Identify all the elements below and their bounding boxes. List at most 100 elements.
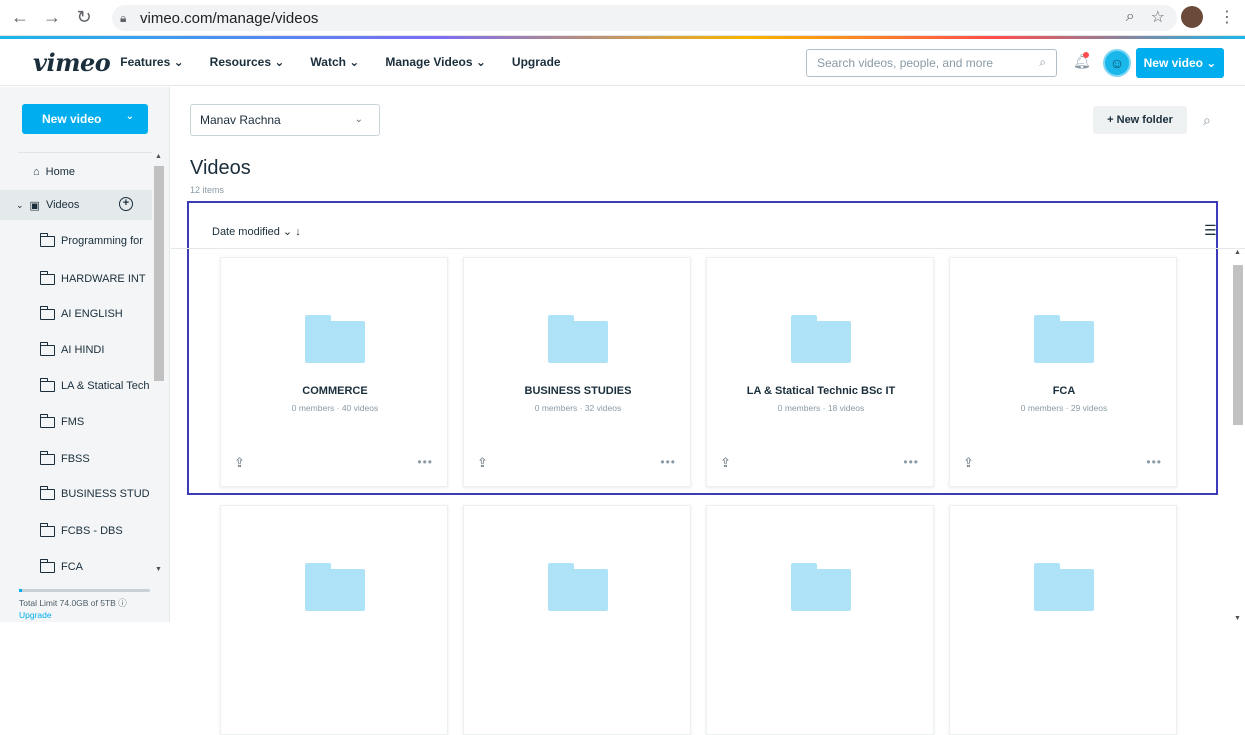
folder-icon [39, 522, 55, 537]
sidebar-folder[interactable]: FMS [0, 407, 152, 437]
scroll-up-icon[interactable]: ▲ [155, 153, 162, 160]
browser-toolbar: ← → ↻ 🔒︎ vimeo.com/manage/videos ⌕ ☆ ⋮ [0, 0, 1245, 36]
folder-card[interactable]: FCA 0 members · 29 videos ⇪ ••• [949, 257, 1177, 487]
sidebar-folder[interactable]: HARDWARE INT [0, 264, 152, 294]
new-video-label: New video [42, 112, 102, 126]
sort-dropdown[interactable]: Date modified ⌄ ↓ [212, 225, 301, 238]
folder-card[interactable] [220, 505, 448, 735]
reload-icon[interactable]: ↻ [72, 7, 96, 28]
chevron-down-icon: ⌄ [354, 114, 363, 125]
add-folder-icon[interactable]: + [119, 197, 133, 211]
list-view-icon[interactable]: ☰ [1204, 222, 1217, 239]
scrollbar-thumb[interactable] [154, 166, 164, 381]
scroll-up-icon[interactable]: ▲ [1234, 249, 1241, 256]
folder-icon [1034, 315, 1094, 363]
chevron-down-icon[interactable]: ⌄ [16, 200, 24, 211]
storage-bar-fill [19, 589, 22, 592]
more-options-icon[interactable]: ••• [417, 455, 433, 469]
storage-total: Total Limit 74.0GB of 5TB ⓘ [19, 598, 127, 608]
search-icon[interactable]: ⌕ [1039, 55, 1046, 70]
team-select[interactable]: Manav Rachna ⌄ [190, 104, 380, 136]
team-select-value: Manav Rachna [200, 113, 281, 127]
sidebar-item-videos[interactable]: ⌄ ▣ Videos + [0, 190, 152, 220]
back-icon[interactable]: ← [8, 7, 32, 28]
sidebar-item-home[interactable]: ⌂ Home [0, 157, 152, 187]
sidebar-divider [18, 152, 152, 153]
folder-icon [791, 315, 851, 363]
scrollbar-thumb[interactable] [1233, 265, 1243, 425]
share-icon[interactable]: ⇪ [720, 455, 731, 471]
folder-card-title: LA & Statical Technic BSc IT [746, 385, 896, 397]
folder-card[interactable]: BUSINESS STUDIES 0 members · 32 videos ⇪… [463, 257, 691, 487]
scroll-down-icon[interactable]: ▼ [155, 566, 162, 573]
sidebar-folder[interactable]: FCA [0, 552, 152, 582]
sidebar-folder[interactable]: FCBS - DBS [0, 516, 152, 546]
zoom-icon[interactable]: ⌕ [1126, 8, 1135, 26]
folder-icon [39, 232, 55, 247]
main-menu: Features ⌄ Resources ⌄ Watch ⌄ Manage Vi… [120, 55, 586, 69]
main-content: Manav Rachna ⌄ + New folder ⌕ Videos 12 … [171, 87, 1245, 735]
item-count: 12 items [190, 185, 225, 195]
sidebar-folder[interactable]: BUSINESS STUD [0, 479, 152, 509]
menu-dots-icon[interactable]: ⋮ [1219, 7, 1235, 27]
folder-icon [39, 450, 55, 465]
more-options-icon[interactable]: ••• [1146, 455, 1162, 469]
folder-card-title: COMMERCE [302, 385, 368, 397]
sidebar-folder[interactable]: FBSS [0, 444, 152, 474]
folder-icon [1034, 563, 1094, 611]
user-avatar[interactable]: ☺ [1103, 49, 1131, 77]
url-text: vimeo.com/manage/videos [140, 9, 319, 27]
folder-card[interactable] [706, 505, 934, 735]
more-options-icon[interactable]: ••• [903, 455, 919, 469]
sidebar-folder-label: BUSINESS STUD [61, 488, 150, 500]
sidebar-item-label: Videos [45, 199, 80, 211]
search-placeholder: Search videos, people, and more [817, 56, 994, 70]
more-options-icon[interactable]: ••• [660, 455, 676, 469]
menu-manage-videos[interactable]: Manage Videos ⌄ [385, 55, 486, 69]
share-icon[interactable]: ⇪ [963, 455, 974, 471]
folder-icon [305, 563, 365, 611]
sidebar-scrollbar[interactable]: ▲ ▼ [152, 153, 166, 573]
notification-dot [1083, 52, 1089, 58]
menu-resources[interactable]: Resources ⌄ [210, 55, 285, 69]
menu-watch[interactable]: Watch ⌄ [310, 55, 359, 69]
new-video-button-top[interactable]: New video ⌄ [1136, 48, 1224, 78]
folder-icon [39, 558, 55, 573]
sidebar-folder-label: Programming for [61, 235, 143, 247]
folder-card[interactable] [463, 505, 691, 735]
profile-avatar[interactable] [1181, 6, 1203, 28]
sidebar-folder[interactable]: AI ENGLISH [0, 299, 152, 329]
main-scrollbar[interactable]: ▲ ▼ [1231, 247, 1245, 622]
sidebar-folder[interactable]: Programming for [0, 226, 152, 256]
vimeo-logo[interactable]: vimeo [33, 48, 111, 77]
address-bar[interactable]: 🔒︎ vimeo.com/manage/videos [112, 5, 1177, 31]
search-icon[interactable]: ⌕ [1203, 112, 1211, 129]
storage-bar [19, 589, 150, 592]
sidebar-folder-label: LA & Statical Tech [61, 380, 150, 392]
search-input[interactable]: Search videos, people, and more ⌕ [806, 49, 1057, 77]
sidebar-folder[interactable]: AI HINDI [0, 335, 152, 365]
menu-upgrade[interactable]: Upgrade [512, 55, 561, 69]
menu-features[interactable]: Features ⌄ [120, 55, 183, 69]
folder-card-meta: 0 members · 32 videos [534, 403, 622, 413]
home-icon: ⌂ [33, 166, 40, 178]
folder-icon [39, 413, 55, 428]
folder-icon [39, 305, 55, 320]
top-navigation: vimeo Features ⌄ Resources ⌄ Watch ⌄ Man… [0, 39, 1245, 86]
folder-icon [791, 563, 851, 611]
forward-icon[interactable]: → [40, 7, 64, 28]
sidebar-folder-label: HARDWARE INT [61, 273, 146, 285]
share-icon[interactable]: ⇪ [234, 455, 245, 471]
sidebar-item-label: Home [45, 166, 75, 178]
sidebar-folder[interactable]: LA & Statical Tech [0, 371, 152, 401]
folder-card[interactable]: COMMERCE 0 members · 40 videos ⇪ ••• [220, 257, 448, 487]
folder-card-meta: 0 members · 18 videos [777, 403, 865, 413]
share-icon[interactable]: ⇪ [477, 455, 488, 471]
new-video-button[interactable]: New video ⌄ [22, 104, 148, 134]
star-icon[interactable]: ☆ [1151, 7, 1165, 27]
folder-card[interactable]: LA & Statical Technic BSc IT 0 members ·… [706, 257, 934, 487]
folder-card[interactable] [949, 505, 1177, 735]
scroll-down-icon[interactable]: ▼ [1234, 615, 1241, 622]
upgrade-link[interactable]: Upgrade [19, 610, 52, 620]
new-folder-button[interactable]: + New folder [1093, 106, 1187, 134]
